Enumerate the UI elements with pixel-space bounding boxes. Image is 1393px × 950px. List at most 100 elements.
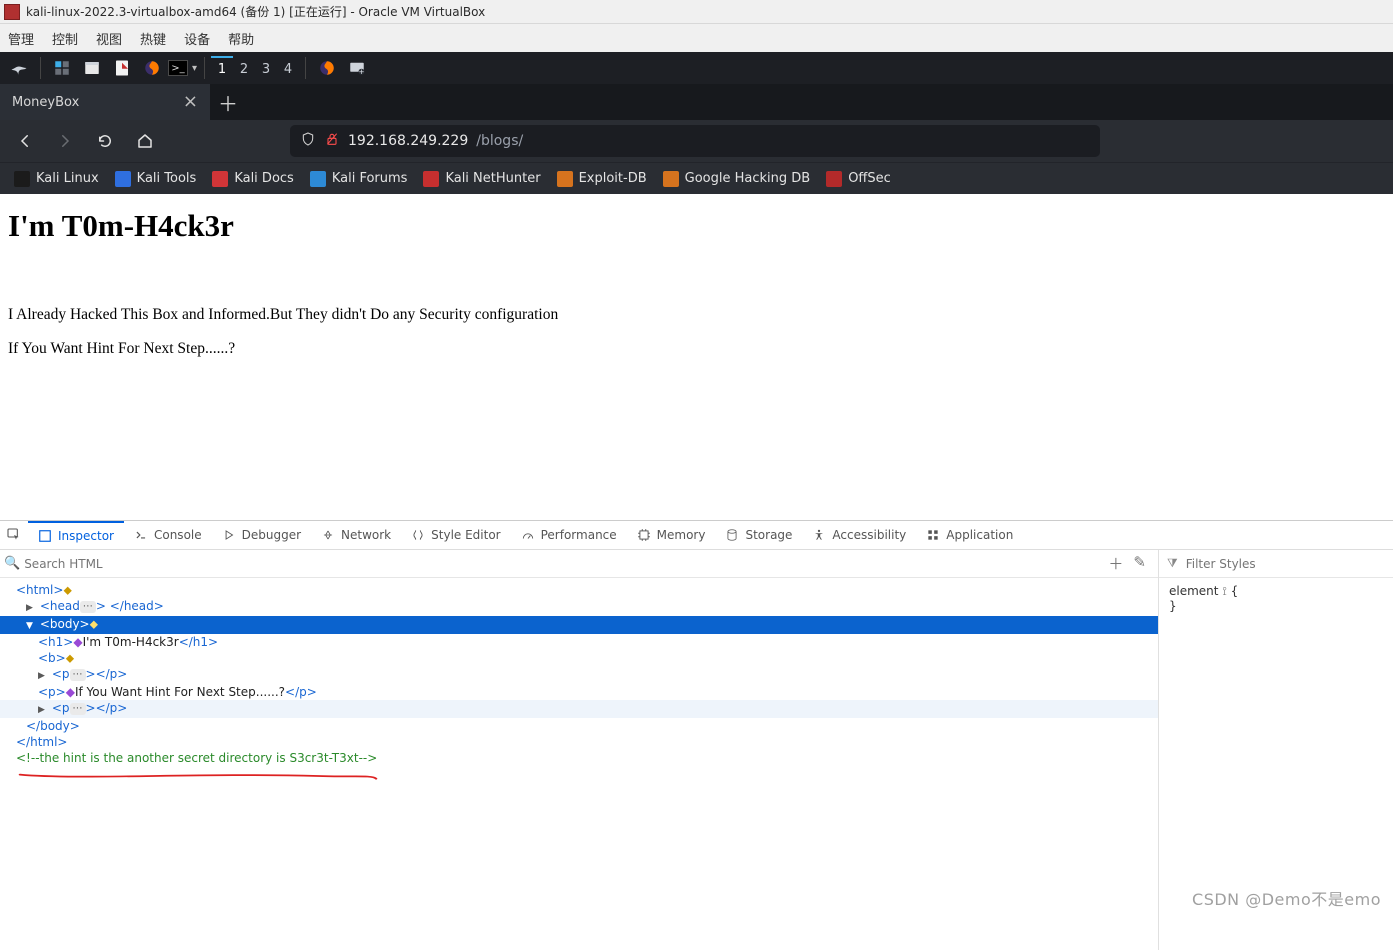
bookmark-icon (115, 171, 131, 187)
styles-rule-close: } (1169, 599, 1383, 613)
vm-menu-devices[interactable]: 设备 (184, 29, 210, 48)
dom-node-comment[interactable]: <!--the hint is the another secret direc… (0, 750, 1158, 766)
dom-tree[interactable]: <html>⬥ <head⋯> </head> <body>⬥ <h1>◆I'm… (0, 578, 1158, 782)
firefox-running-icon[interactable] (313, 54, 341, 82)
dom-node-h1[interactable]: <h1>◆I'm T0m-H4ck3r</h1> (0, 634, 1158, 650)
devtools-tab-style-editor[interactable]: Style Editor (401, 521, 510, 549)
bookmark-kali-forums[interactable]: Kali Forums (310, 171, 408, 187)
bookmarks-bar: Kali Linux Kali Tools Kali Docs Kali For… (0, 162, 1393, 194)
dom-node-body-selected[interactable]: <body>⬥ (0, 616, 1158, 634)
taskbar-separator (204, 57, 205, 79)
element-picker-icon[interactable] (0, 527, 28, 543)
vm-menu-manage[interactable]: 管理 (8, 29, 34, 48)
workspace-1[interactable]: 1 (211, 56, 233, 80)
display-settings-icon[interactable] (343, 54, 371, 82)
accessibility-icon (812, 528, 826, 542)
nav-back-button[interactable] (10, 126, 40, 156)
search-icon: 🔍 (4, 556, 20, 571)
page-paragraph-2: If You Want Hint For Next Step......? (8, 340, 1385, 358)
dom-search-input[interactable] (24, 557, 1100, 571)
tab-close-icon[interactable]: × (183, 93, 198, 111)
dom-node-p3[interactable]: <p⋯></p> (0, 700, 1158, 718)
network-icon (321, 528, 335, 542)
dom-node-html-close[interactable]: </html> (0, 734, 1158, 750)
dom-node-p2[interactable]: <p>◆If You Want Hint For Next Step......… (0, 684, 1158, 700)
browser-toolbar: 192.168.249.229/blogs/ (0, 120, 1393, 162)
devtools-tab-application[interactable]: Application (916, 521, 1023, 549)
devtools-tab-inspector[interactable]: Inspector (28, 521, 124, 549)
page-heading: I'm T0m-H4ck3r (8, 208, 1385, 244)
memory-icon (637, 528, 651, 542)
tracking-shield-icon[interactable] (300, 131, 316, 151)
vm-menu-hotkeys[interactable]: 热键 (140, 29, 166, 48)
workspace-4[interactable]: 4 (277, 56, 299, 80)
activities-icon[interactable] (48, 54, 76, 82)
nav-reload-button[interactable] (90, 126, 120, 156)
inline-styles-icon: ⟟ (1222, 584, 1230, 598)
dom-search-row: 🔍 ＋ ✎ (0, 550, 1158, 578)
add-node-icon[interactable]: ＋ (1108, 553, 1123, 574)
bookmark-exploit-db[interactable]: Exploit-DB (557, 171, 647, 187)
application-icon (926, 528, 940, 542)
devtools-tab-debugger[interactable]: Debugger (212, 521, 311, 549)
chevron-down-icon: ▾ (192, 63, 197, 74)
bookmark-kali-docs[interactable]: Kali Docs (212, 171, 294, 187)
bookmark-icon (826, 171, 842, 187)
firefox-icon[interactable] (138, 54, 166, 82)
tab-title: MoneyBox (12, 95, 79, 110)
workspace-switcher: 1 2 3 4 (211, 56, 299, 80)
bookmark-kali-linux[interactable]: Kali Linux (14, 171, 99, 187)
nav-forward-button[interactable] (50, 126, 80, 156)
url-host: 192.168.249.229 (348, 133, 468, 149)
dom-node-html[interactable]: <html>⬥ (0, 582, 1158, 598)
url-path: /blogs/ (476, 133, 523, 149)
eyedropper-icon[interactable]: ✎ (1133, 553, 1146, 574)
vm-menu-view[interactable]: 视图 (96, 29, 122, 48)
devtools-tabbar: Inspector Console Debugger Network Style… (0, 521, 1393, 550)
vm-title: kali-linux-2022.3-virtualbox-amd64 (备份 1… (26, 3, 485, 20)
bookmark-kali-tools[interactable]: Kali Tools (115, 171, 197, 187)
taskbar-separator (40, 57, 41, 79)
terminal-launcher[interactable]: >_ ▾ (168, 54, 197, 82)
devtools-tab-performance[interactable]: Performance (511, 521, 627, 549)
browser-tab-active[interactable]: MoneyBox × (0, 84, 210, 120)
kali-dragon-icon[interactable] (5, 54, 33, 82)
url-bar[interactable]: 192.168.249.229/blogs/ (290, 125, 1100, 157)
bookmark-offsec[interactable]: OffSec (826, 171, 891, 187)
bookmark-icon (423, 171, 439, 187)
devtools-tab-console[interactable]: Console (124, 521, 212, 549)
bookmark-google-hacking-db[interactable]: Google Hacking DB (663, 171, 811, 187)
workspace-3[interactable]: 3 (255, 56, 277, 80)
styles-selector-line: element ⟟ { (1169, 584, 1383, 599)
dom-node-p1[interactable]: <p⋯></p> (0, 666, 1158, 684)
dom-inspector-pane: 🔍 ＋ ✎ <html>⬥ <head⋯> </head> <body>⬥ <h… (0, 550, 1159, 950)
vm-menu-control[interactable]: 控制 (52, 29, 78, 48)
bookmark-kali-nethunter[interactable]: Kali NetHunter (423, 171, 540, 187)
new-tab-button[interactable]: ＋ (210, 84, 246, 120)
devtools-tab-network[interactable]: Network (311, 521, 401, 549)
dom-node-head[interactable]: <head⋯> </head> (0, 598, 1158, 616)
devtools-tab-accessibility[interactable]: Accessibility (802, 521, 916, 549)
devtools-tab-memory[interactable]: Memory (627, 521, 716, 549)
vm-menubar: 管理 控制 视图 热键 设备 帮助 (0, 24, 1393, 52)
performance-icon (521, 528, 535, 542)
nav-home-button[interactable] (130, 126, 160, 156)
bookmark-icon (557, 171, 573, 187)
browser-tabstrip: MoneyBox × ＋ (0, 84, 1393, 120)
taskbar-separator (305, 57, 306, 79)
workspace-2[interactable]: 2 (233, 56, 255, 80)
filter-icon: ⧩ (1167, 556, 1178, 571)
insecure-lock-icon[interactable] (324, 131, 340, 151)
styles-filter-input[interactable] (1186, 557, 1306, 571)
debugger-icon (222, 528, 236, 542)
styles-pane: ⧩ element ⟟ { } (1159, 550, 1393, 950)
devtools-panel: Inspector Console Debugger Network Style… (0, 520, 1393, 950)
devtools-tab-storage[interactable]: Storage (715, 521, 802, 549)
text-editor-icon[interactable] (108, 54, 136, 82)
console-icon (134, 528, 148, 542)
terminal-icon: >_ (168, 60, 188, 76)
dom-node-b[interactable]: <b>⬥ (0, 650, 1158, 666)
vm-menu-help[interactable]: 帮助 (228, 29, 254, 48)
dom-node-body-close[interactable]: </body> (0, 718, 1158, 734)
file-manager-icon[interactable] (78, 54, 106, 82)
